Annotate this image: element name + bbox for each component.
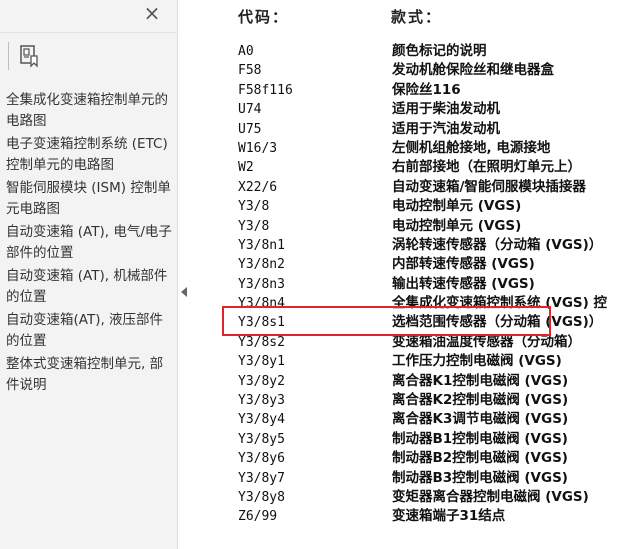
table-row: Y3/8y8 变矩器离合器控制电磁阀 (VGS) — [196, 488, 623, 507]
component-code: Y3/8 — [238, 218, 270, 234]
toolbar-separator — [8, 42, 9, 70]
collapse-sidebar-arrow-icon[interactable] — [181, 287, 187, 297]
component-code: Y3/8n4 — [238, 296, 285, 312]
component-code: Y3/8n3 — [238, 276, 285, 292]
component-description: 保险丝116 — [392, 81, 461, 98]
table-row: Y3/8n1 涡轮转速传感器（分动箱 (VGS)） — [196, 236, 623, 255]
component-code: U74 — [238, 102, 262, 118]
table-row: W16/3 左侧机组舱接地, 电源接地 — [196, 139, 623, 158]
component-code: Y3/8s2 — [238, 334, 285, 350]
component-description: 变速箱端子31结点 — [392, 508, 506, 525]
component-description: 工作压力控制电磁阀 (VGS) — [392, 353, 562, 370]
component-table: A0 颜色标记的说明 F58 发动机舱保险丝和继电器盒 F58f116 保险丝116 U74… — [196, 42, 623, 527]
component-description: 制动器B3控制电磁阀 (VGS) — [392, 469, 568, 486]
component-code: W2 — [238, 160, 254, 176]
table-row: F58 发动机舱保险丝和继电器盒 — [196, 61, 623, 80]
table-row: Y3/8y5 制动器B1控制电磁阀 (VGS) — [196, 430, 623, 449]
table-row: Y3/8s1 选档范围传感器（分动箱 (VGS)） — [196, 313, 623, 332]
component-description: 颜色标记的说明 — [392, 43, 487, 59]
component-description: 制动器B2控制电磁阀 (VGS) — [392, 450, 568, 467]
component-code: F58 — [238, 63, 262, 79]
component-code: X22/6 — [238, 179, 278, 195]
component-code: Y3/8y7 — [238, 470, 285, 486]
document-page: 代码： 款式： A0 颜色标记的说明 F58 发动机舱保险丝和继电器盒 F58f116 保… — [196, 0, 623, 549]
table-row: Y3/8n2 内部转速传感器 (VGS) — [196, 255, 623, 274]
component-description: 左侧机组舱接地, 电源接地 — [392, 139, 551, 156]
component-code: Y3/8s1 — [238, 315, 285, 331]
component-code: Y3/8y3 — [238, 393, 285, 409]
component-description: 输出转速传感器 (VGS) — [392, 275, 535, 292]
table-row: U75 适用于汽油发动机 — [196, 120, 623, 139]
component-code: Y3/8y2 — [238, 373, 285, 389]
component-description: 选档范围传感器（分动箱 (VGS)） — [392, 314, 603, 331]
bookmark-item-tcu-components[interactable]: 整体式变速箱控制单元, 部件说明 — [6, 354, 174, 396]
component-description: 离合器K2控制电磁阀 (VGS) — [392, 392, 569, 409]
table-row: Y3/8y6 制动器B2控制电磁阀 (VGS) — [196, 449, 623, 468]
component-description: 内部转速传感器 (VGS) — [392, 256, 535, 273]
table-row: Y3/8n3 输出转速传感器 (VGS) — [196, 275, 623, 294]
component-description: 制动器B1控制电磁阀 (VGS) — [392, 430, 568, 447]
component-code: Y3/8n1 — [238, 237, 285, 253]
bookmark-item-at-electrical[interactable]: 自动变速箱 (AT), 电气/电子部件的位置 — [6, 222, 174, 264]
bookmark-item-tcu-circuit[interactable]: 全集成化变速箱控制单元的电路图 — [6, 90, 174, 132]
table-row: A0 颜色标记的说明 — [196, 42, 623, 61]
bookmarks-sidebar: × 全集成化变速箱控制单元的电路图 电子变速箱控制系统 (ETC) 控制单元的电… — [0, 0, 178, 549]
table-row: Y3/8 电动控制单元 (VGS) — [196, 217, 623, 236]
component-code: Y3/8y5 — [238, 431, 285, 447]
component-description: 离合器K1控制电磁阀 (VGS) — [392, 372, 569, 389]
component-code: A0 — [238, 44, 254, 59]
bookmark-item-etc-circuit[interactable]: 电子变速箱控制系统 (ETC) 控制单元的电路图 — [6, 134, 174, 176]
bookmark-list: 全集成化变速箱控制单元的电路图 电子变速箱控制系统 (ETC) 控制单元的电路图… — [6, 90, 174, 398]
table-row: W2 右前部接地（在照明灯单元上） — [196, 158, 623, 177]
table-row: Y3/8 电动控制单元 (VGS) — [196, 197, 623, 216]
component-description: 右前部接地（在照明灯单元上） — [392, 159, 581, 176]
component-code: F58f116 — [238, 82, 293, 98]
close-sidebar-button[interactable]: × — [142, 2, 162, 24]
component-code: Y3/8n2 — [238, 257, 285, 273]
component-description: 自动变速箱/智能伺服模块插接器 — [392, 178, 586, 195]
code-column-header: 代码： — [238, 8, 290, 26]
bookmark-item-at-hydraulic[interactable]: 自动变速箱(AT), 液压部件的位置 — [6, 310, 174, 352]
component-description: 变矩器离合器控制电磁阀 (VGS) — [392, 488, 589, 505]
table-row: Z6/99 变速箱端子31结点 — [196, 507, 623, 526]
table-row: Y3/8n4 全集成化变速箱控制系统 (VGS) 控 — [196, 294, 623, 313]
table-row: Y3/8s2 变速箱油温度传感器（分动箱） — [196, 333, 623, 352]
component-code: Y3/8y8 — [238, 489, 285, 505]
component-description: 涡轮转速传感器（分动箱 (VGS)） — [392, 236, 603, 253]
description-column-header: 款式： — [391, 8, 443, 26]
component-description: 离合器K3调节电磁阀 (VGS) — [392, 411, 569, 428]
component-description: 适用于柴油发动机 — [392, 101, 500, 118]
bookmark-item-ism-circuit[interactable]: 智能伺服模块 (ISM) 控制单元电路图 — [6, 178, 174, 220]
component-code: W16/3 — [238, 140, 278, 156]
component-code: Y3/8 — [238, 199, 270, 215]
component-description: 变速箱油温度传感器（分动箱） — [392, 333, 581, 350]
table-row: Y3/8y4 离合器K3调节电磁阀 (VGS) — [196, 410, 623, 429]
table-row: U74 适用于柴油发动机 — [196, 100, 623, 119]
component-code: Y3/8y6 — [238, 451, 285, 467]
bookmark-item-at-mechanical[interactable]: 自动变速箱 (AT), 机械部件的位置 — [6, 266, 174, 308]
component-description: 发动机舱保险丝和继电器盒 — [392, 62, 554, 79]
component-code: U75 — [238, 121, 262, 137]
component-code: Y3/8y1 — [238, 354, 285, 370]
bookmark-icon[interactable] — [18, 44, 40, 68]
table-row: Y3/8y3 离合器K2控制电磁阀 (VGS) — [196, 391, 623, 410]
component-code: Z6/99 — [238, 509, 278, 525]
table-row: F58f116 保险丝116 — [196, 81, 623, 100]
component-description: 电动控制单元 (VGS) — [392, 198, 522, 215]
table-row: X22/6 自动变速箱/智能伺服模块插接器 — [196, 178, 623, 197]
component-description: 全集成化变速箱控制系统 (VGS) 控 — [392, 295, 607, 312]
table-row: Y3/8y2 离合器K1控制电磁阀 (VGS) — [196, 372, 623, 391]
component-description: 电动控制单元 (VGS) — [392, 217, 522, 234]
sidebar-divider — [0, 32, 178, 33]
table-row: Y3/8y7 制动器B3控制电磁阀 (VGS) — [196, 469, 623, 488]
component-code: Y3/8y4 — [238, 412, 285, 428]
table-row: Y3/8y1 工作压力控制电磁阀 (VGS) — [196, 352, 623, 371]
component-description: 适用于汽油发动机 — [392, 120, 500, 137]
